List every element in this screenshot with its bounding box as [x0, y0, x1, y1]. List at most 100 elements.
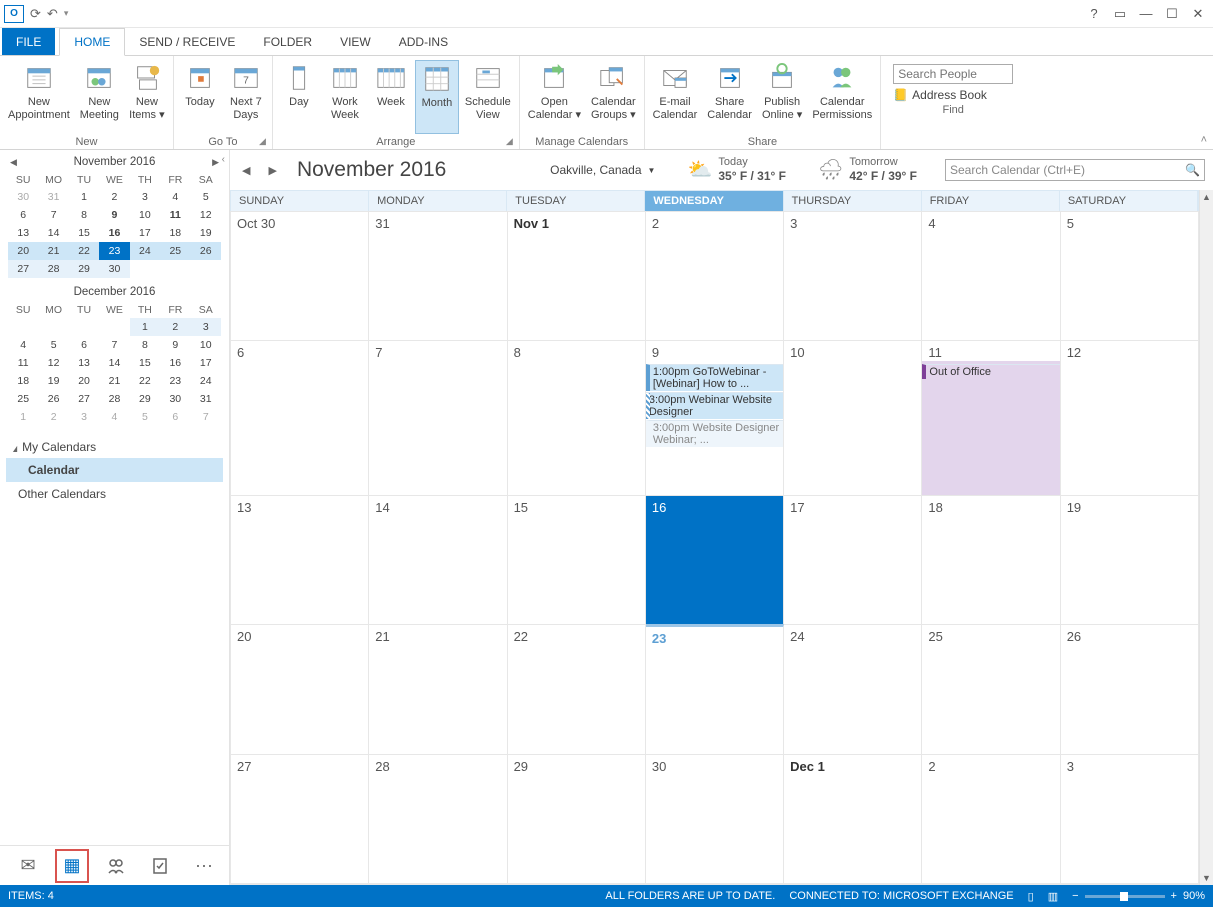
search-icon[interactable]: 🔍 — [1185, 163, 1200, 177]
tab-send-receive[interactable]: SEND / RECEIVE — [125, 28, 249, 55]
maximize-button[interactable]: ☐ — [1161, 3, 1183, 25]
minimize-button[interactable]: — — [1135, 3, 1157, 25]
day-cell[interactable]: 25 — [922, 624, 1060, 753]
mini-day[interactable]: 1 — [8, 408, 38, 426]
mini-day[interactable]: 18 — [8, 372, 38, 390]
mini-day[interactable]: 9 — [160, 336, 190, 354]
open-calendar-button[interactable]: Open Calendar ▾ — [524, 60, 585, 134]
mini-day[interactable]: 27 — [69, 390, 99, 408]
mini-day[interactable]: 9 — [99, 206, 129, 224]
day-cell[interactable] — [646, 883, 784, 884]
day-cell[interactable]: 20 — [231, 624, 369, 753]
goto-launcher-icon[interactable]: ◢ — [259, 136, 266, 147]
mini-day[interactable]: 21 — [99, 372, 129, 390]
new-appointment-button[interactable]: New Appointment — [4, 60, 74, 134]
tab-folder[interactable]: FOLDER — [249, 28, 326, 55]
mini-day[interactable]: 17 — [191, 354, 221, 372]
month-view-button[interactable]: Month — [415, 60, 459, 134]
mini-day[interactable]: 29 — [130, 390, 160, 408]
ribbon-display-options[interactable]: ▭ — [1109, 3, 1131, 25]
day-cell[interactable]: 24 — [784, 624, 922, 753]
mini-day[interactable]: 2 — [38, 408, 68, 426]
day-cell[interactable]: 6 — [231, 340, 369, 494]
mini-day[interactable]: 12 — [38, 354, 68, 372]
day-cell[interactable]: 23 — [646, 624, 784, 753]
my-calendars-header[interactable]: My Calendars — [6, 436, 223, 458]
mini-day[interactable]: 3 — [130, 188, 160, 206]
tab-home[interactable]: HOME — [59, 28, 125, 56]
day-cell[interactable]: 12 — [1061, 340, 1199, 494]
qat-sendreceive-icon[interactable]: ⟳ — [30, 6, 41, 22]
qat-undo-icon[interactable]: ↶ — [47, 6, 58, 22]
mini-day[interactable]: 5 — [191, 188, 221, 206]
mini-day[interactable]: 26 — [191, 242, 221, 260]
mini-day[interactable]: 3 — [69, 408, 99, 426]
day-cell[interactable]: 13 — [231, 495, 369, 624]
other-calendars-item[interactable]: Other Calendars — [6, 482, 223, 506]
mini-day[interactable]: 6 — [8, 206, 38, 224]
mini-day[interactable]: 23 — [160, 372, 190, 390]
day-cell[interactable]: 16 — [646, 495, 784, 624]
calendar-event[interactable]: Out of Office — [922, 364, 1059, 379]
calendar-item[interactable]: Calendar — [6, 458, 223, 482]
people-nav-icon[interactable] — [102, 852, 130, 880]
mini-day[interactable]: 25 — [160, 242, 190, 260]
zoom-out-icon[interactable]: − — [1072, 890, 1078, 902]
prev-month-icon[interactable]: ◀ — [10, 157, 17, 168]
day-cell[interactable]: 11Out of Office — [922, 340, 1060, 494]
tab-addins[interactable]: ADD-INS — [385, 28, 462, 55]
mini-day[interactable]: 2 — [99, 188, 129, 206]
tasks-nav-icon[interactable] — [146, 852, 174, 880]
mini-day[interactable]: 7 — [38, 206, 68, 224]
view-normal-icon[interactable]: ▯ — [1028, 890, 1034, 903]
day-cell[interactable]: 14 — [369, 495, 507, 624]
mini-calendar-december[interactable]: December 2016 SUMOTUWETHFRSA123456789101… — [0, 280, 229, 428]
mini-day[interactable]: 21 — [38, 242, 68, 260]
day-view-button[interactable]: Day — [277, 60, 321, 134]
mini-day[interactable]: 10 — [191, 336, 221, 354]
day-cell[interactable] — [1061, 883, 1199, 884]
day-cell[interactable]: Dec 1 — [784, 754, 922, 883]
day-cell[interactable]: 31 — [369, 211, 507, 340]
day-cell[interactable]: 91:00pm GoToWebinar - [Webinar] How to .… — [646, 340, 784, 494]
mini-day[interactable]: 8 — [69, 206, 99, 224]
mini-day[interactable]: 14 — [38, 224, 68, 242]
arrange-launcher-icon[interactable]: ◢ — [506, 136, 513, 147]
day-cell[interactable]: 15 — [508, 495, 646, 624]
day-cell[interactable]: 7 — [369, 340, 507, 494]
mini-day[interactable]: 1 — [69, 188, 99, 206]
mini-day[interactable]: 28 — [99, 390, 129, 408]
mini-day[interactable]: 16 — [99, 224, 129, 242]
mini-day[interactable]: 4 — [8, 336, 38, 354]
mini-day[interactable] — [8, 318, 38, 336]
email-calendar-button[interactable]: E-mail Calendar — [649, 60, 702, 134]
tab-file[interactable]: FILE — [2, 28, 55, 55]
mini-day[interactable]: 12 — [191, 206, 221, 224]
schedule-view-button[interactable]: Schedule View — [461, 60, 515, 134]
mini-day[interactable] — [191, 260, 221, 278]
day-cell[interactable]: Oct 30 — [231, 211, 369, 340]
day-cell[interactable]: 4 — [922, 211, 1060, 340]
mini-day[interactable]: 6 — [160, 408, 190, 426]
mini-day[interactable]: 26 — [38, 390, 68, 408]
next-7-days-button[interactable]: 7Next 7 Days — [224, 60, 268, 134]
calendar-event[interactable]: 3:00pm Webinar Website Designer — [646, 392, 783, 419]
day-cell[interactable]: 29 — [508, 754, 646, 883]
calendar-nav-icon[interactable]: ▦ — [58, 852, 86, 880]
mini-day[interactable]: 10 — [130, 206, 160, 224]
mini-day[interactable]: 11 — [8, 354, 38, 372]
zoom-slider[interactable] — [1085, 895, 1165, 898]
collapse-nav-icon[interactable]: ‹ — [222, 154, 225, 165]
mini-day[interactable]: 4 — [99, 408, 129, 426]
mini-calendar-november[interactable]: ◀November 2016▶ SUMOTUWETHFRSA3031123456… — [0, 150, 229, 280]
close-button[interactable]: ✕ — [1187, 3, 1209, 25]
new-meeting-button[interactable]: New Meeting — [76, 60, 123, 134]
day-cell[interactable]: 8 — [508, 340, 646, 494]
mini-day[interactable]: 19 — [191, 224, 221, 242]
new-items-button[interactable]: New Items ▾ — [125, 60, 169, 134]
mini-day[interactable]: 11 — [160, 206, 190, 224]
mini-day[interactable]: 5 — [38, 336, 68, 354]
mini-day[interactable]: 17 — [130, 224, 160, 242]
mini-day[interactable]: 27 — [8, 260, 38, 278]
mini-day[interactable]: 3 — [191, 318, 221, 336]
